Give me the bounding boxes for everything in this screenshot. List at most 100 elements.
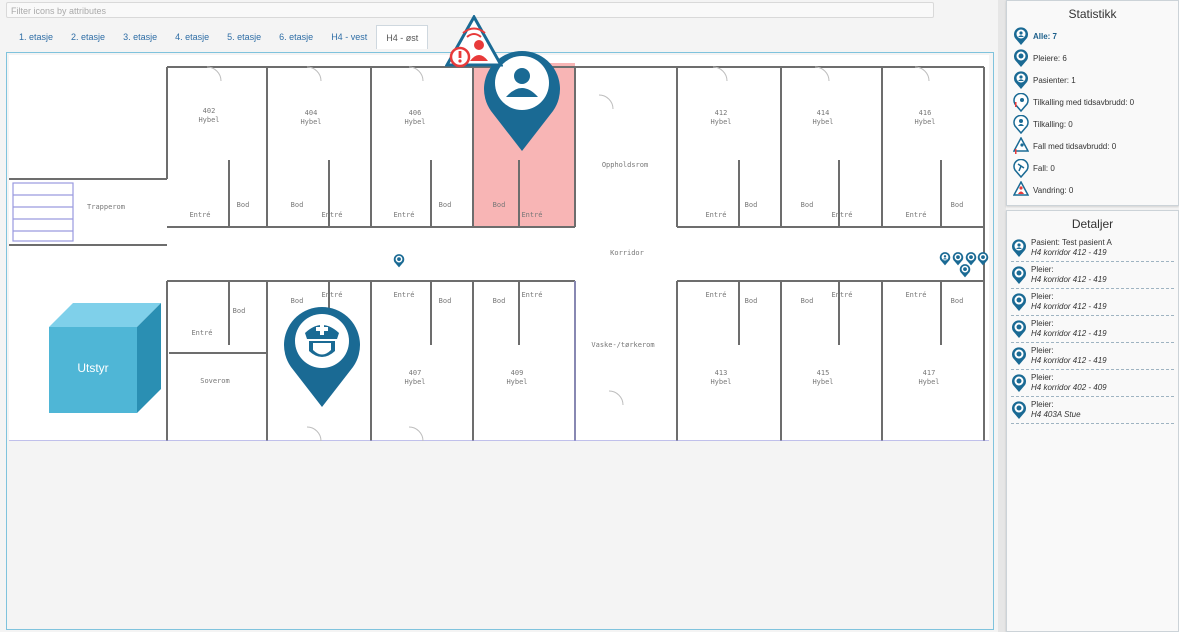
detail-item[interactable]: Pleier: H4 korridor 412 - 419: [1011, 316, 1174, 343]
stat-tilkalling-timeout-label: Tilkalling med tidsavbrudd: 0: [1033, 97, 1135, 107]
nurse-icon: [1012, 373, 1026, 392]
stat-fall-label: Fall: 0: [1033, 163, 1055, 173]
room-406-label: 406 Hybel: [404, 109, 426, 126]
room-417-label: 417 Hybel: [918, 369, 940, 386]
alert-person-icon[interactable]: [445, 15, 503, 81]
entre-label: Entré: [393, 211, 415, 219]
fall-icon: [1013, 158, 1029, 178]
entre-label: Entré: [831, 291, 853, 299]
detail-location: H4 korridor 412 - 419: [1031, 248, 1107, 257]
nurse-icon: [1012, 292, 1026, 311]
detail-item[interactable]: Pleier: H4 korridor 402 - 409: [1011, 370, 1174, 397]
stat-pasienter-label: Pasienter: 1: [1033, 75, 1076, 85]
bod-label: Bod: [744, 201, 758, 209]
tab-3-etasje[interactable]: 3. etasje: [114, 25, 166, 49]
stat-alle-label: Alle: 7: [1033, 31, 1058, 41]
room-415-label: 415 Hybel: [812, 369, 834, 386]
stats-title: Statistikk: [1068, 7, 1117, 21]
entre-label: Entré: [905, 291, 927, 299]
nurse-marker[interactable]: [277, 303, 367, 409]
stat-pasienter[interactable]: Pasienter: 1: [1007, 69, 1178, 91]
call-icon: [1013, 114, 1029, 134]
detail-location: H4 korridor 412 - 419: [1031, 302, 1107, 311]
detail-location: H4 korridor 412 - 419: [1031, 356, 1107, 365]
fall-timeout-icon: [1013, 136, 1029, 154]
nurse-marker-small[interactable]: [959, 263, 971, 279]
korridor-label: Korridor: [610, 249, 644, 257]
bod-label: Bod: [438, 201, 452, 209]
stat-tilkalling-timeout[interactable]: Tilkalling med tidsavbrudd: 0: [1007, 91, 1178, 113]
stat-fall-timeout[interactable]: Fall med tidsavbrudd: 0: [1007, 135, 1178, 157]
detail-label: Pleier:: [1031, 373, 1054, 382]
bod-label: Bod: [290, 201, 304, 209]
tab-5-etasje[interactable]: 5. etasje: [218, 25, 270, 49]
floor-map[interactable]: 402 Hybel 404 Hybel 406 Hybel 412 Hybel 414 H…: [6, 15, 994, 630]
person-icon: [1012, 238, 1026, 257]
entre-label: Entré: [191, 329, 213, 337]
stat-vandring[interactable]: Vandring: 0: [1007, 179, 1178, 201]
detail-location: H4 korridor 402 - 409: [1031, 383, 1107, 392]
bod-label: Bod: [492, 201, 506, 209]
room-416-label: 416 Hybel: [914, 109, 936, 126]
detail-item[interactable]: Pleier: H4 403A Stue: [1011, 397, 1174, 424]
room-402-label: 402 Hybel: [198, 107, 220, 124]
entre-label: Entré: [189, 211, 211, 219]
room-414-label: 414 Hybel: [812, 109, 834, 126]
detail-item[interactable]: Pleier: H4 korridor 412 - 419: [1011, 262, 1174, 289]
detail-label: Pleier:: [1031, 346, 1054, 355]
tab-2-etasje[interactable]: 2. etasje: [62, 25, 114, 49]
trapperom-label: Trapperom: [87, 203, 125, 211]
nurse-marker-small[interactable]: [977, 251, 989, 267]
bod-label: Bod: [800, 297, 814, 305]
utstyr-box[interactable]: [47, 301, 161, 415]
bod-label: Bod: [800, 201, 814, 209]
stat-fall[interactable]: Fall: 0: [1007, 157, 1178, 179]
person-icon: [1014, 26, 1028, 45]
tab-h4-ost[interactable]: H4 - øst: [376, 25, 429, 49]
stat-pleiere[interactable]: Pleiere: 6: [1007, 47, 1178, 69]
nurse-icon: [1012, 346, 1026, 365]
bod-label: Bod: [438, 297, 452, 305]
bod-label: Bod: [232, 307, 246, 315]
detail-item[interactable]: Pasient: Test pasient A H4 korridor 412 -…: [1011, 235, 1174, 262]
patient-marker-small[interactable]: [939, 251, 951, 267]
wandering-icon: [1013, 180, 1029, 196]
details-title: Detaljer: [1071, 217, 1114, 231]
nurse-marker-small[interactable]: [393, 253, 405, 269]
person-icon: [1014, 70, 1028, 89]
entre-label: Entré: [521, 291, 543, 299]
room-412-label: 412 Hybel: [710, 109, 732, 126]
bod-label: Bod: [950, 201, 964, 209]
detail-label: Pleier:: [1031, 292, 1054, 301]
entre-label: Entré: [321, 291, 343, 299]
room-407-label: 407 Hybel: [404, 369, 426, 386]
detail-item[interactable]: Pleier: H4 korridor 412 - 419: [1011, 343, 1174, 370]
room-404-label: 404 Hybel: [300, 109, 322, 126]
bod-label: Bod: [236, 201, 250, 209]
stat-alle[interactable]: Alle: 7: [1007, 25, 1178, 47]
detail-label: Pleier:: [1031, 319, 1054, 328]
call-timeout-icon: [1013, 92, 1029, 112]
tab-h4-vest[interactable]: H4 - vest: [322, 25, 376, 49]
stat-tilkalling-label: Tilkalling: 0: [1033, 119, 1073, 129]
floor-tabs: 1. etasje 2. etasje 3. etasje 4. etasje …: [10, 25, 429, 49]
bod-label: Bod: [744, 297, 758, 305]
tab-1-etasje[interactable]: 1. etasje: [10, 25, 62, 49]
vaske-label: Vaske-/tørkerom: [591, 341, 655, 349]
detail-location: H4 korridor 412 - 419: [1031, 329, 1107, 338]
utstyr-label: Utstyr: [77, 361, 109, 375]
nurse-icon: [1012, 265, 1026, 284]
entre-label: Entré: [705, 291, 727, 299]
panel-separator: [998, 0, 1006, 632]
stat-fall-timeout-label: Fall med tidsavbrudd: 0: [1033, 141, 1117, 151]
tab-6-etasje[interactable]: 6. etasje: [270, 25, 322, 49]
tab-4-etasje[interactable]: 4. etasje: [166, 25, 218, 49]
details-panel: Detaljer Pasient: Test pasient A H4 korri…: [1006, 210, 1179, 632]
nurse-icon: [1014, 48, 1028, 67]
stat-tilkalling[interactable]: Tilkalling: 0: [1007, 113, 1178, 135]
bod-label: Bod: [950, 297, 964, 305]
detail-label: Pasient: Test pasient A: [1031, 238, 1112, 247]
nurse-icon: [1012, 400, 1026, 419]
detail-item[interactable]: Pleier: H4 korridor 412 - 419: [1011, 289, 1174, 316]
oppholdsrom-label: Oppholdsrom: [601, 161, 649, 169]
